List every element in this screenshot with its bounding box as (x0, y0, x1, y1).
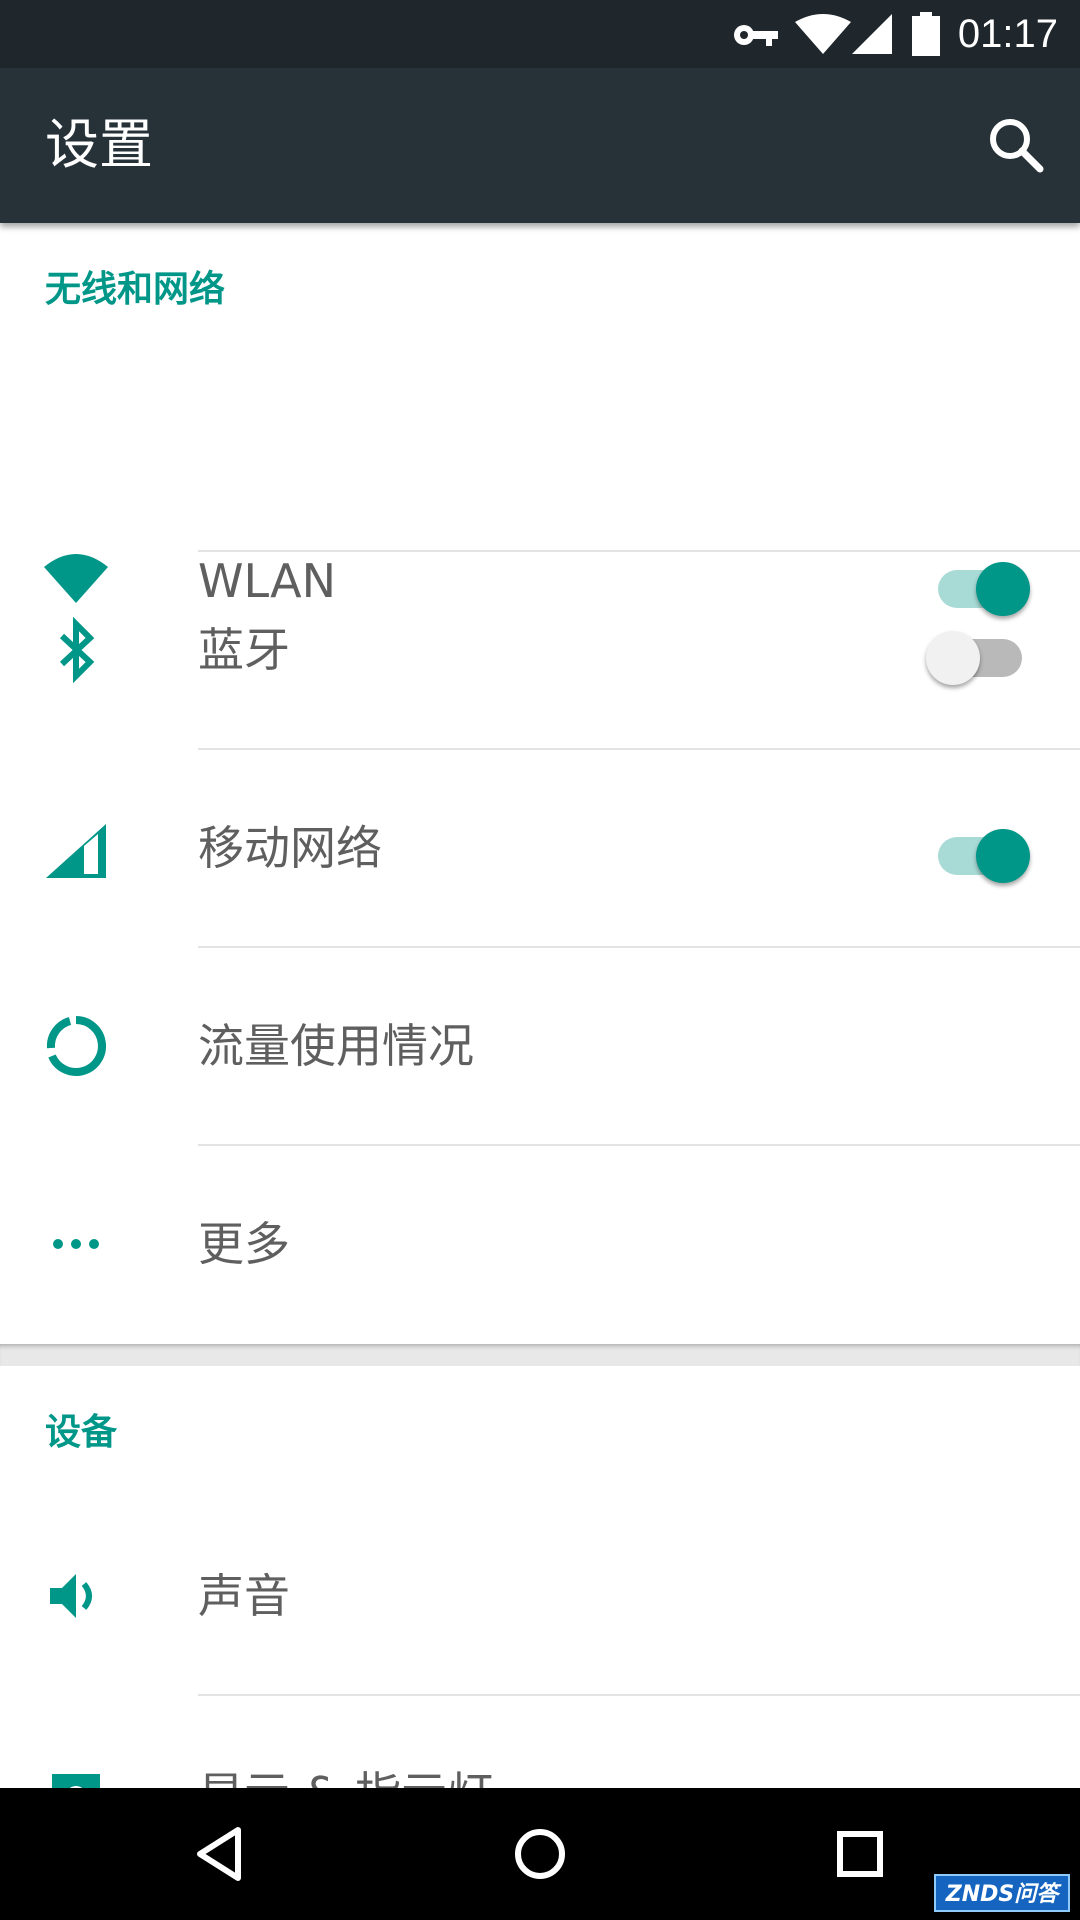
pref-label: 移动网络 (198, 821, 382, 875)
pref-mobile-network[interactable]: 移动网络 (0, 750, 1080, 946)
pref-label: 流量使用情况 (198, 1019, 474, 1073)
status-time: 01:17 (957, 12, 1058, 56)
search-icon (984, 119, 1050, 183)
home-icon (502, 1816, 578, 1892)
cell-signal-icon (852, 14, 892, 58)
back-icon (182, 1816, 258, 1892)
back-button[interactable] (182, 1816, 258, 1892)
section-divider (0, 1344, 1080, 1366)
pref-data-usage[interactable]: 流量使用情况 (0, 948, 1080, 1144)
recents-button[interactable] (822, 1816, 898, 1892)
section-header-wireless: 无线和网络 (45, 269, 226, 310)
pref-label: 显示 & 指示灯 (198, 1696, 493, 1788)
pref-label: 声音 (198, 1569, 290, 1623)
watermark: ZNDS问答 (934, 1874, 1070, 1912)
section-header-device: 设备 (45, 1412, 118, 1453)
pref-bluetooth[interactable]: 蓝牙 (0, 552, 1080, 748)
pref-label: 更多 (198, 1217, 290, 1271)
pref-display[interactable]: 显示 & 指示灯 (0, 1696, 1080, 1788)
volume-icon (40, 1560, 112, 1632)
battery-icon (912, 12, 940, 60)
home-button[interactable] (502, 1816, 578, 1892)
cell-signal-icon (40, 812, 112, 884)
status-bar: 01:17 (0, 0, 1080, 68)
vpn-key-icon (732, 20, 778, 54)
page-title: 设置 (45, 113, 153, 176)
display-settings-icon (40, 1758, 112, 1788)
recents-icon (822, 1816, 898, 1892)
navigation-bar: ZNDS问答 (0, 1788, 1080, 1920)
more-horiz-icon (40, 1208, 112, 1280)
mobile-network-toggle[interactable] (930, 823, 1030, 883)
settings-list[interactable]: 无线和网络 WLAN 蓝牙 移动网络 流量使用情况 更多 设备 声音 (0, 223, 1080, 1788)
wifi-icon (795, 14, 851, 58)
pref-more[interactable]: 更多 (0, 1146, 1080, 1342)
bluetooth-icon (40, 614, 112, 686)
app-toolbar: 设置 (0, 68, 1080, 223)
pref-sound[interactable]: 声音 (0, 1498, 1080, 1694)
pref-label: 蓝牙 (198, 623, 290, 677)
data-usage-icon (40, 1010, 112, 1082)
bluetooth-toggle[interactable] (926, 625, 1030, 685)
search-button[interactable] (984, 113, 1050, 179)
